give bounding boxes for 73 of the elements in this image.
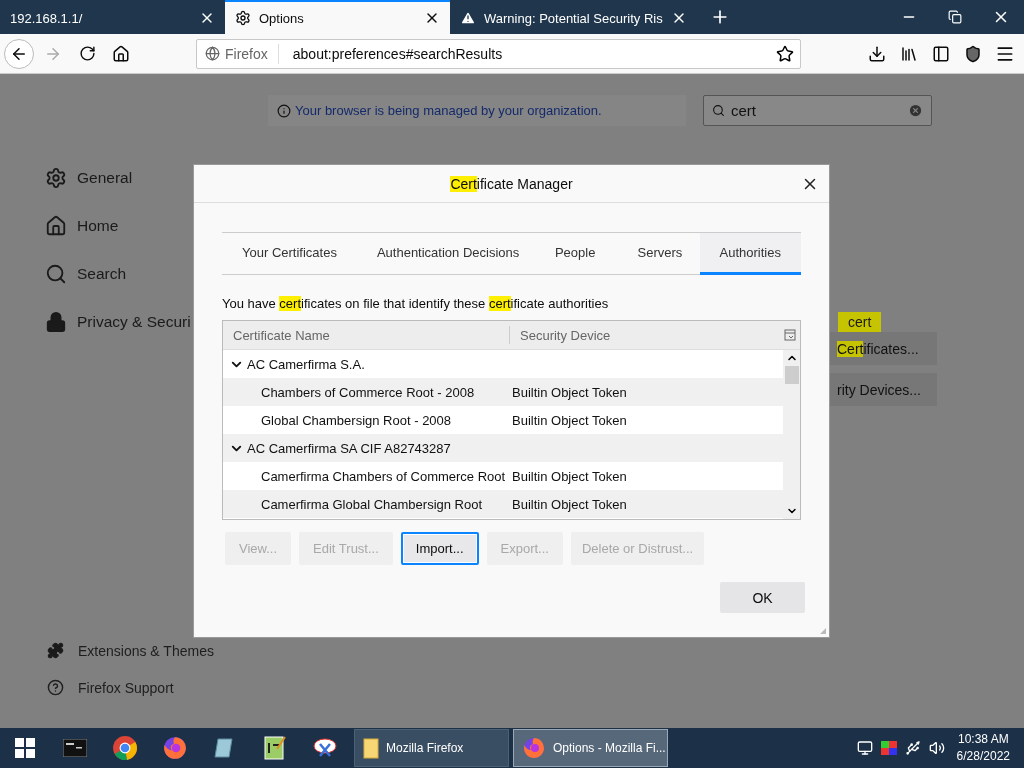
scrollbar[interactable] [783,350,800,519]
table-cell: Builtin Object Token [512,412,627,428]
search-tooltip: cert [838,312,882,332]
home-icon [112,44,130,63]
settings-icon [235,10,251,26]
warning-icon [460,10,476,26]
search-icon [45,263,67,285]
column-picker-icon[interactable] [784,329,796,341]
search-field[interactable]: cert [703,95,932,126]
home-icon [45,215,67,237]
taskbar-button[interactable]: Mozilla Firefox [354,729,509,767]
reload-icon [78,45,96,62]
table-cell: Chambers of Commerce Root - 2008 [261,384,475,400]
back-button[interactable] [4,38,34,69]
column-header[interactable]: Certificate Name [233,327,330,343]
browser-icon [205,46,220,61]
table-cell: Global Chambersign Root - 2008 [261,412,452,428]
windows-start-icon[interactable] [15,738,35,758]
help-icon [47,679,64,696]
table-cell: Builtin Object Token [512,384,627,400]
tree-row[interactable]: AC Camerfirma SA CIF A82743287 [223,434,783,462]
resize-grip-icon[interactable] [819,627,827,635]
table-cell[interactable]: AC Camerfirma S.A. [223,356,783,372]
tree-row[interactable]: Chambers of Commerce Root - 2008 Builtin Object Token [223,378,783,406]
table-cell[interactable]: AC Camerfirma SA CIF A82743287 [223,440,783,456]
url-field[interactable]: Firefox about:preferences#searchResults [196,38,801,69]
identity-label: Firefox [225,45,268,62]
ok-button[interactable]: OK [720,582,805,613]
restore-icon[interactable] [948,10,962,24]
browser-tab[interactable]: Warning: Potential Security Ris [450,0,697,34]
puzzle-icon [47,642,64,659]
browser-tab[interactable]: Options [225,0,450,34]
dialog-tab[interactable]: Servers [617,233,700,275]
table-cell: Camerfirma Global Chambersign Root [261,496,483,512]
sidebar-link[interactable]: Extensions & Themes [45,632,268,669]
table-cell: Camerfirma Chambers of Commerce Root [261,468,506,484]
table-cell: Builtin Object Token [512,496,627,512]
clear-icon[interactable] [908,103,923,118]
display-icon[interactable] [880,741,897,755]
terminal-icon[interactable] [63,739,87,757]
library-icon [900,44,918,63]
usb-icon[interactable] [904,740,921,756]
firefox-logo-icon [162,735,188,761]
volume-icon[interactable] [928,740,945,756]
network-icon[interactable] [856,740,873,756]
firefox-logo-icon [522,736,546,760]
table-cell: Builtin Object Token [512,468,627,484]
chrome-icon[interactable] [112,735,138,761]
dialog-tab[interactable]: Authentication Decisions [356,233,535,275]
browser-tab[interactable]: 192.168.1.1/ [0,0,225,34]
tree-row[interactable]: Camerfirma Global Chambersign Root Builtin Object Token [223,490,783,518]
settings-icon [45,167,67,189]
clock[interactable]: 10:38 AM 6/28/2022 [956,731,1010,765]
folder-icon [363,737,379,759]
sidebar-item[interactable]: General [45,154,268,202]
info-icon [277,103,291,118]
download-icon [868,44,886,63]
dialog-tab[interactable]: Authorities [699,233,801,275]
taskbar-button[interactable]: Options - Mozilla Fi... [513,729,668,767]
sidebar-icon [932,44,950,63]
dialog-button[interactable]: Import... [400,532,479,565]
managed-notice: Your browser is being managed by your organization. [295,103,602,118]
dialog-tab[interactable]: People [534,233,618,275]
sidebar-link[interactable]: Firefox Support [45,669,268,706]
scroll-thumb[interactable] [784,366,799,384]
dialog-tab[interactable]: Your Certificates [222,233,357,275]
column-header[interactable]: Security Device [520,327,611,343]
lock-icon [45,311,67,333]
checklist-icon[interactable] [263,735,287,761]
url-text: about:preferences#searchResults [291,45,504,62]
search-icon [712,104,725,117]
star-icon[interactable] [776,44,794,63]
shield-icon [964,44,982,63]
